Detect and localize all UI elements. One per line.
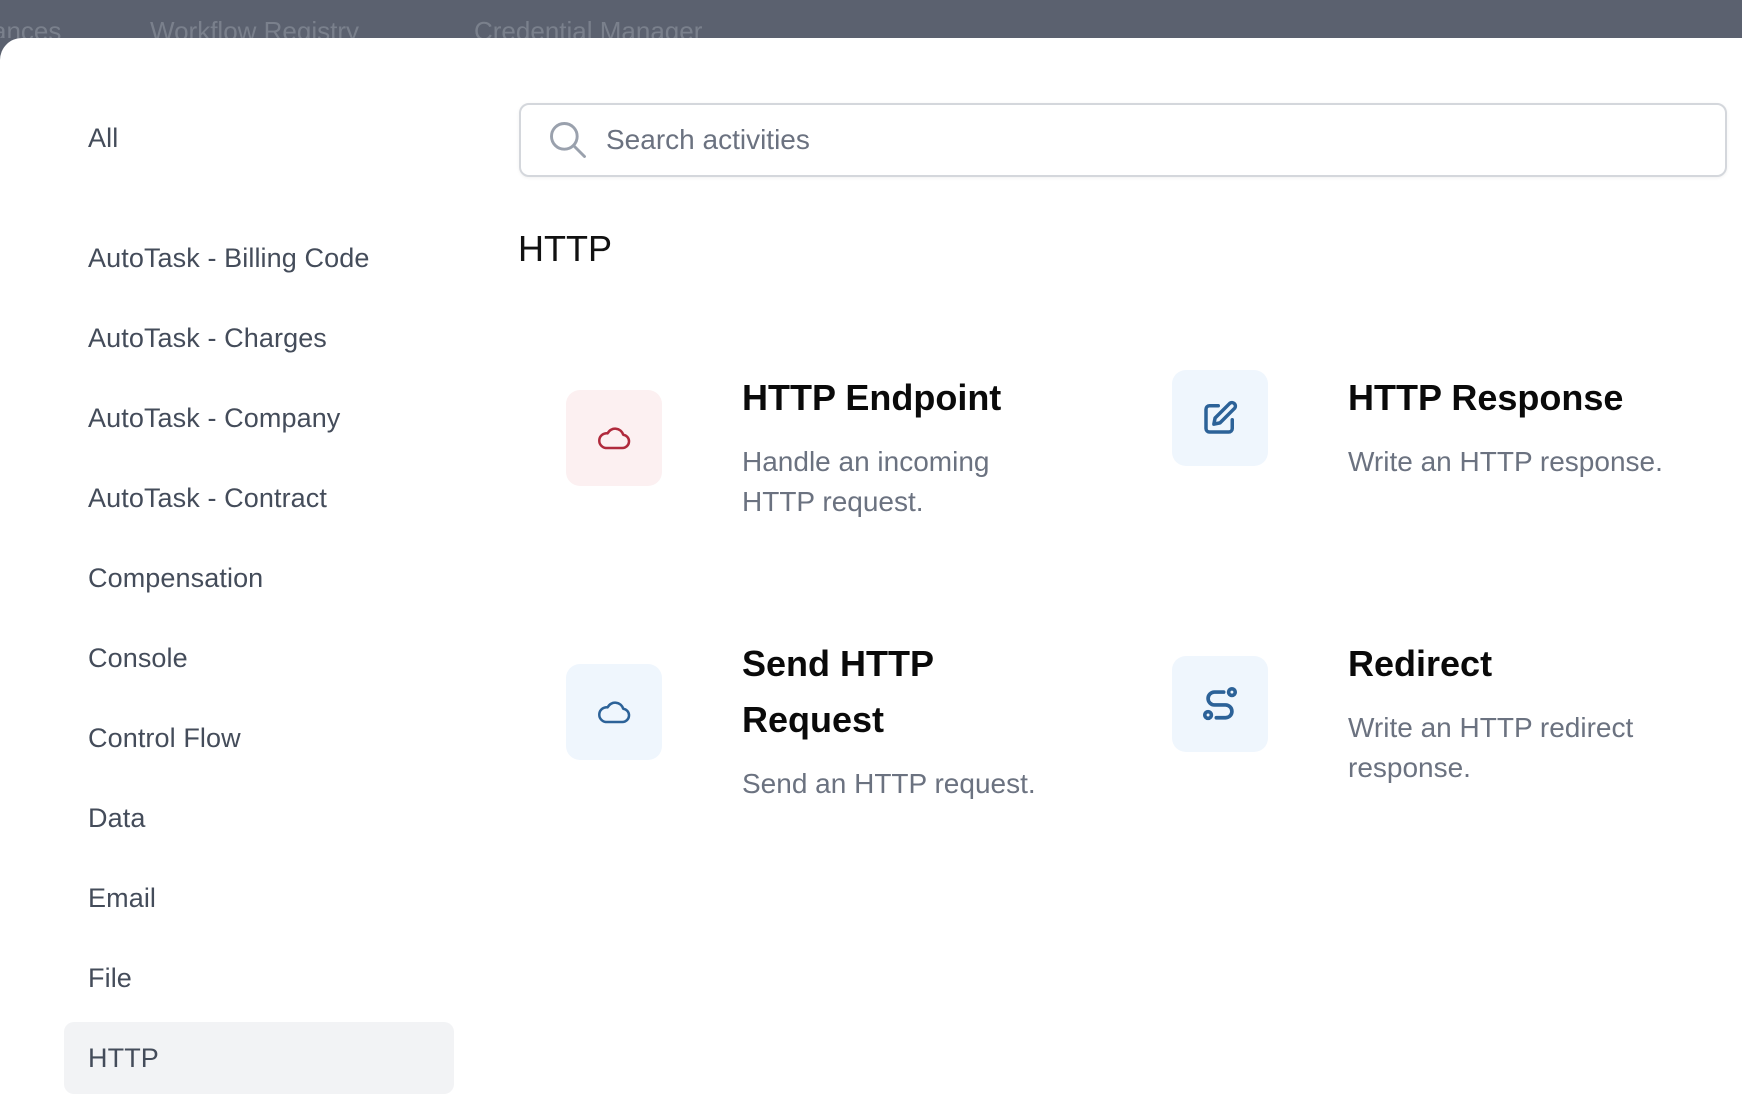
sidebar-item-data[interactable]: Data — [64, 782, 454, 854]
activity-description: Handle an incoming HTTP request. — [742, 446, 990, 517]
activity-description: Send an HTTP request. — [742, 768, 1036, 799]
section-title: HTTP — [518, 228, 612, 269]
sidebar-item-label: Console — [88, 642, 188, 673]
activity-description: Write an HTTP redirect response. — [1348, 712, 1634, 783]
sidebar-item-label: HTTP — [88, 1042, 159, 1073]
sidebar-item-autotask-company[interactable]: AutoTask - Company — [64, 382, 454, 454]
sidebar-item-label: AutoTask - Company — [88, 402, 341, 433]
sidebar-item-label: AutoTask - Billing Code — [88, 242, 370, 273]
sidebar-item-console[interactable]: Console — [64, 622, 454, 694]
search-icon — [550, 122, 586, 158]
activity-icon-box — [1172, 656, 1268, 752]
sidebar-item-file[interactable]: File — [64, 942, 454, 1014]
nav-tab-instances[interactable]: ances — [0, 12, 61, 38]
sidebar-item-email[interactable]: Email — [64, 862, 454, 934]
activity-title: HTTP Endpoint — [742, 377, 1002, 418]
activity-title: HTTP Response — [1348, 377, 1624, 418]
activity-icon-box — [566, 390, 662, 486]
activity-icon-box — [1172, 370, 1268, 466]
sidebar-item-autotask-contract[interactable]: AutoTask - Contract — [64, 462, 454, 534]
sidebar-item-label: Data — [88, 802, 146, 833]
nav-tab-workflow-registry[interactable]: Workflow Registry — [150, 12, 359, 38]
cloud-icon — [598, 701, 631, 724]
sidebar-item-label: AutoTask - Charges — [88, 322, 327, 353]
edit-icon — [1204, 400, 1238, 434]
sidebar-item-autotask-charges[interactable]: AutoTask - Charges — [64, 302, 454, 374]
sidebar-item-autotask-billing-code[interactable]: AutoTask - Billing Code — [64, 222, 454, 294]
sidebar-item-control-flow[interactable]: Control Flow — [64, 702, 454, 774]
activity-title: Redirect — [1348, 643, 1493, 684]
sidebar-item-label: Control Flow — [88, 722, 241, 753]
sidebar-item-label: AutoTask - Contract — [88, 482, 327, 513]
sidebar-item-label: File — [88, 962, 132, 993]
sidebar-item-label: Compensation — [88, 562, 264, 593]
sidebar-item-label: Email — [88, 882, 157, 913]
sidebar-item-http[interactable]: HTTP — [64, 1022, 454, 1094]
activity-icon-box — [566, 664, 662, 760]
nav-tab-credential-manager[interactable]: Credential Manager — [474, 12, 702, 38]
route-icon — [1202, 686, 1238, 721]
sidebar-item-all[interactable]: All — [64, 102, 454, 174]
activity-picker-dialog: All AutoTask - Billing Code AutoTask - C… — [0, 38, 1742, 1102]
activity-title: Send HTTP Request — [742, 643, 934, 740]
sidebar-item-compensation[interactable]: Compensation — [64, 542, 454, 614]
search-box[interactable] — [519, 103, 1727, 177]
activity-description: Write an HTTP response. — [1348, 446, 1663, 477]
top-navigation: ances Workflow Registry Credential Manag… — [0, 0, 1742, 38]
sidebar-item-label: All — [88, 122, 119, 153]
search-input[interactable] — [604, 123, 1708, 157]
cloud-icon — [598, 427, 631, 450]
